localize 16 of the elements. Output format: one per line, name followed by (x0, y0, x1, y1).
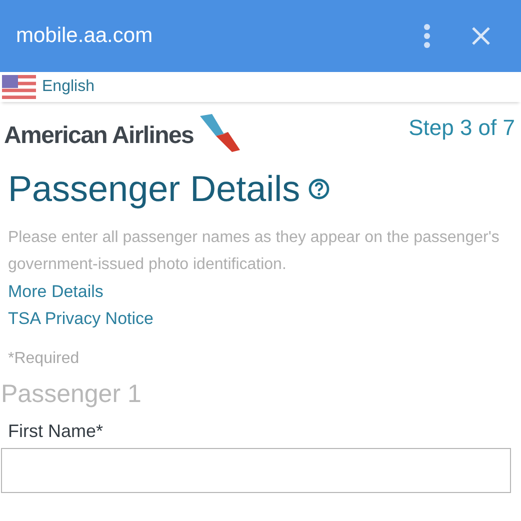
language-link[interactable]: English (42, 78, 94, 96)
step-indicator: Step 3 of 7 (408, 115, 515, 141)
more-icon[interactable] (423, 24, 431, 48)
instructions-text: Please enter all passenger names as they appear on the passenger's government-issued photo identification. (8, 228, 500, 275)
url-text[interactable]: mobile.aa.com (16, 24, 423, 48)
info-link[interactable]: More Details (8, 278, 104, 305)
close-icon[interactable] (471, 26, 491, 46)
field-label: First Name* (8, 421, 104, 442)
passenger-heading: Passenger 1 (1, 380, 142, 409)
page-title: Passenger Details (8, 168, 300, 210)
required-note: *Required (8, 350, 80, 368)
input-field[interactable] (1, 448, 511, 493)
help-icon[interactable] (308, 178, 330, 200)
flag-icon (2, 75, 36, 99)
info-link[interactable]: TSA Privacy Notice (8, 305, 154, 332)
airline-logo: American Airlines (4, 114, 246, 154)
